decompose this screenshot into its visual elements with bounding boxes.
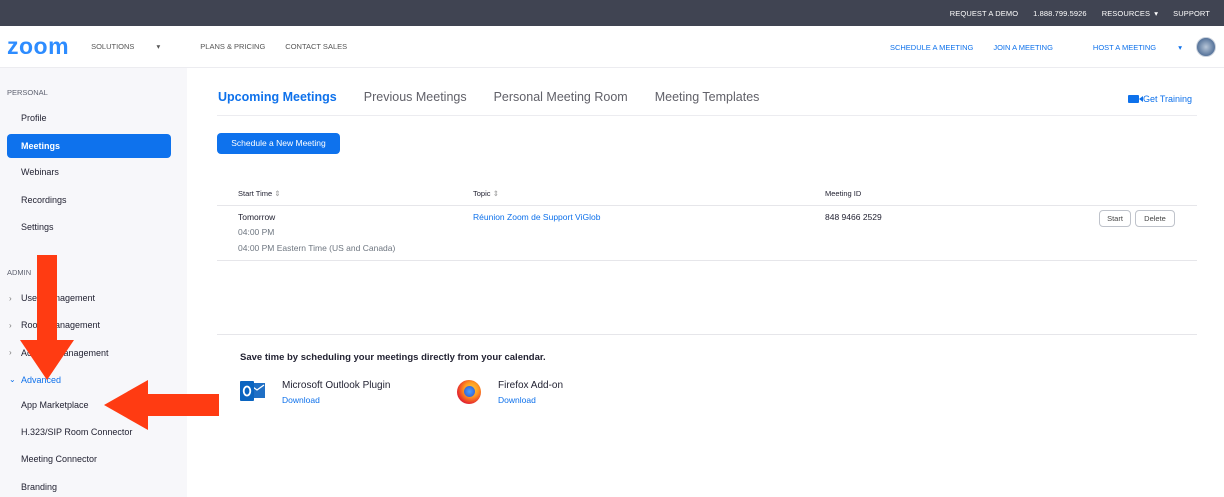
sidebar-item-h323-sip[interactable]: H.323/SIP Room Connector <box>21 427 132 437</box>
get-training-label: Get Training <box>1142 94 1192 104</box>
outlook-icon <box>240 381 265 401</box>
tab-divider <box>217 115 1197 116</box>
firefox-download-link[interactable]: Download <box>498 395 536 405</box>
sidebar-item-recordings[interactable]: Recordings <box>21 195 67 205</box>
main-content: Upcoming Meetings Previous Meetings Pers… <box>187 68 1224 497</box>
sidebar-item-settings[interactable]: Settings <box>21 222 54 232</box>
resources-menu[interactable]: RESOURCES ▾ <box>1102 9 1158 18</box>
tab-meeting-templates[interactable]: Meeting Templates <box>655 90 760 104</box>
firefox-icon <box>457 380 481 404</box>
schedule-meeting-link[interactable]: SCHEDULE A MEETING <box>890 43 973 52</box>
zoom-logo[interactable]: zoom <box>7 33 69 60</box>
section-divider <box>217 334 1197 335</box>
chevron-right-icon: › <box>9 348 12 357</box>
sidebar-item-account-management[interactable]: Account Management <box>21 348 109 358</box>
sort-icon: ⇕ <box>274 189 281 198</box>
meeting-time: 04:00 PM <box>238 227 275 237</box>
tab-personal-meeting-room[interactable]: Personal Meeting Room <box>494 90 628 104</box>
chevron-down-icon: ▾ <box>1154 8 1159 18</box>
get-training-link[interactable]: Get Training <box>1127 94 1192 104</box>
schedule-new-meeting-button[interactable]: Schedule a New Meeting <box>217 133 340 154</box>
sidebar-item-advanced[interactable]: Advanced <box>21 375 61 385</box>
sidebar: PERSONAL Profile Meetings Webinars Recor… <box>0 68 187 497</box>
phone-number: 1.888.799.5926 <box>1033 8 1087 18</box>
delete-button[interactable]: Delete <box>1135 210 1175 227</box>
plans-pricing-link[interactable]: PLANS & PRICING <box>200 42 265 51</box>
start-button[interactable]: Start <box>1099 210 1131 227</box>
top-utility-bar: REQUEST A DEMO 1.888.799.5926 RESOURCES … <box>0 0 1224 26</box>
table-row-divider <box>217 260 1197 261</box>
section-label-personal: PERSONAL <box>7 88 48 97</box>
column-header-start-time[interactable]: Start Time ⇕ <box>238 189 281 198</box>
main-navbar: zoom SOLUTIONS ▾ PLANS & PRICING CONTACT… <box>0 26 1224 68</box>
video-camera-icon <box>1127 95 1139 103</box>
chevron-down-icon: ⌄ <box>9 375 16 384</box>
request-demo-link[interactable]: REQUEST A DEMO <box>950 9 1018 18</box>
table-header-divider <box>217 205 1197 206</box>
tab-upcoming-meetings[interactable]: Upcoming Meetings <box>218 90 337 104</box>
join-meeting-link[interactable]: JOIN A MEETING <box>993 43 1053 52</box>
host-meeting-label: HOST A MEETING <box>1092 42 1157 52</box>
start-time-header-label: Start Time <box>238 189 273 198</box>
calendar-promo-title: Save time by scheduling your meetings di… <box>240 352 546 363</box>
sidebar-item-app-marketplace[interactable]: App Marketplace <box>21 400 89 410</box>
sidebar-item-branding[interactable]: Branding <box>21 482 57 492</box>
tab-previous-meetings[interactable]: Previous Meetings <box>364 90 467 104</box>
chevron-down-icon: ▾ <box>156 42 161 51</box>
outlook-plugin-name: Microsoft Outlook Plugin <box>282 380 391 391</box>
sort-icon: ⇕ <box>492 189 499 198</box>
topic-header-label: Topic <box>473 189 491 198</box>
section-label-admin: ADMIN <box>7 268 32 277</box>
sidebar-item-room-management[interactable]: Room Management <box>21 320 100 330</box>
host-meeting-menu[interactable]: HOST A MEETING ▾ <box>1073 43 1182 52</box>
avatar[interactable] <box>1196 37 1216 57</box>
solutions-menu[interactable]: SOLUTIONS ▾ <box>91 42 180 51</box>
firefox-addon-name: Firefox Add-on <box>498 380 564 391</box>
chevron-down-icon: ▾ <box>1178 42 1182 52</box>
chevron-right-icon: › <box>9 294 12 303</box>
support-link[interactable]: SUPPORT <box>1173 9 1210 18</box>
meeting-topic-link[interactable]: Réunion Zoom de Support ViGlob <box>473 212 600 222</box>
resources-label: RESOURCES <box>1101 8 1151 18</box>
column-header-topic[interactable]: Topic ⇕ <box>473 189 499 198</box>
meeting-tabs: Upcoming Meetings Previous Meetings Pers… <box>218 90 786 104</box>
solutions-label: SOLUTIONS <box>91 42 135 51</box>
sidebar-item-webinars[interactable]: Webinars <box>21 167 59 177</box>
sidebar-item-user-management[interactable]: User Management <box>21 293 95 303</box>
chevron-right-icon: › <box>9 321 12 330</box>
sidebar-item-profile[interactable]: Profile <box>21 113 47 123</box>
sidebar-item-meeting-connector[interactable]: Meeting Connector <box>21 454 97 464</box>
sidebar-item-meetings[interactable]: Meetings <box>7 134 171 158</box>
meeting-day: Tomorrow <box>238 212 276 222</box>
meeting-id: 848 9466 2529 <box>825 212 882 222</box>
column-header-meeting-id: Meeting ID <box>825 189 862 198</box>
outlook-download-link[interactable]: Download <box>282 395 320 405</box>
contact-sales-link[interactable]: CONTACT SALES <box>285 42 347 51</box>
meeting-timezone: 04:00 PM Eastern Time (US and Canada) <box>238 243 396 253</box>
